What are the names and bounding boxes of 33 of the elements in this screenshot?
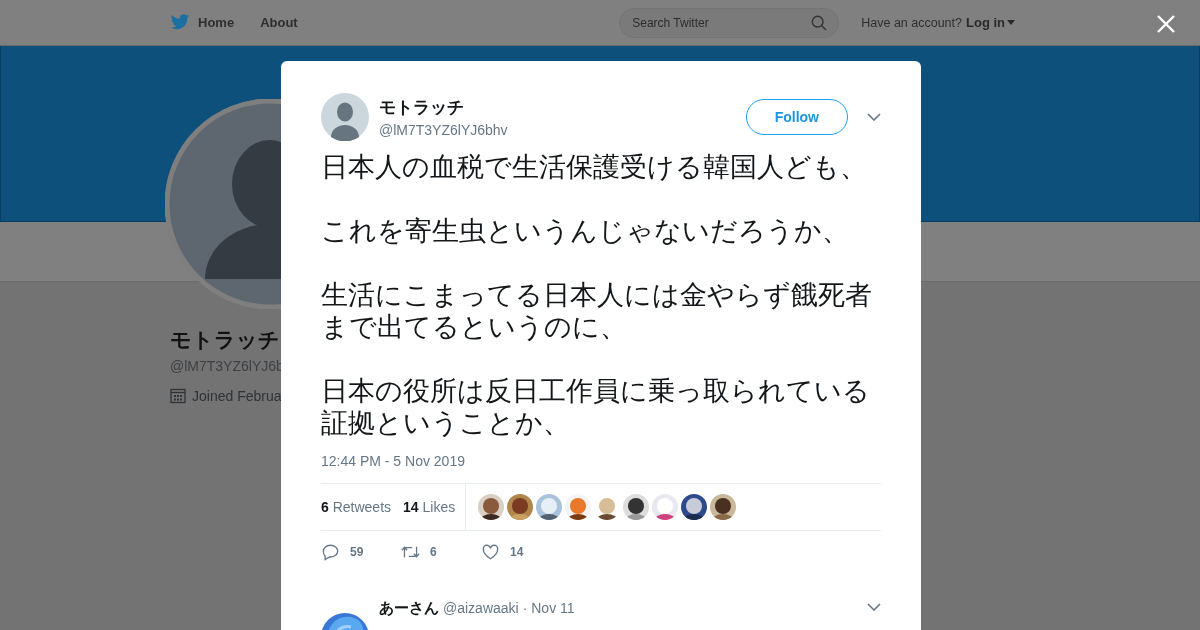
tweet-timestamp[interactable]: 12:44 PM - 5 Nov 2019 [321, 453, 881, 469]
tweet-paragraph: 日本人の血税で生活保護受ける韓国人ども、 [321, 151, 868, 183]
nav-link[interactable]: Home [198, 15, 235, 30]
search-field[interactable]: Search Twitter [619, 7, 840, 38]
chevron-icon[interactable] [867, 113, 881, 121]
reply-user-handle[interactable]: @aizawaaki [443, 600, 519, 616]
chevron-icon[interactable] [867, 603, 881, 611]
tweet-paragraph: これを寄生虫というんじゃないだろうか、 [321, 215, 850, 247]
avatar-icon [321, 93, 369, 141]
tweet-paragraph: 日本の役所は反日工作員に乗っ取られている証拠ということか、 [321, 375, 871, 439]
profile-name: モトラッチ [170, 327, 280, 353]
follow-button[interactable]: Follow [745, 99, 848, 135]
user-handle[interactable]: @lM7T3YZ6lYJ6bhv [379, 122, 746, 138]
close-icon[interactable] [1157, 15, 1175, 33]
joined-date: Joined Februa [192, 388, 282, 404]
heart-icon[interactable] [481, 543, 500, 561]
reply-user-name[interactable]: あーさん [379, 599, 439, 616]
action-count: 6 [430, 545, 437, 559]
user-name[interactable]: モトラッチ [379, 96, 746, 119]
reply-icon[interactable] [321, 543, 340, 561]
stat-count[interactable]: 14 Likes [403, 499, 456, 515]
nav-link[interactable]: About [260, 15, 298, 30]
action-count: 14 [510, 545, 524, 559]
calendar-icon [170, 388, 186, 404]
action-count: 59 [350, 545, 364, 559]
account-prompt: Have an account? [861, 15, 962, 30]
retweet-icon[interactable] [401, 543, 420, 561]
caret-icon[interactable] [1007, 20, 1015, 25]
search-icon[interactable] [811, 14, 828, 31]
stat-count[interactable]: 6 Retweets [321, 499, 392, 515]
login-link[interactable]: Log in [966, 15, 1005, 30]
tweet-paragraph: 生活にこまってる日本人には金やらず餓死者まで出てるというのに、 [321, 279, 873, 343]
reply-date[interactable]: · Nov 11 [522, 600, 575, 616]
